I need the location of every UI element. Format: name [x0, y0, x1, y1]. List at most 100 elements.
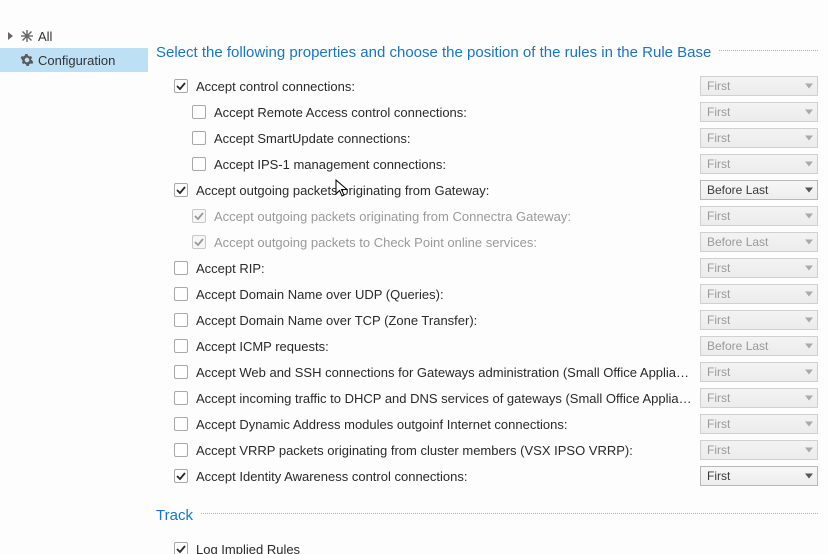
chevron-down-icon	[805, 214, 813, 219]
rule-row: Accept Domain Name over UDP (Queries): Fi…	[156, 281, 818, 307]
rule-label: Accept IPS-1 management connections:	[214, 157, 446, 172]
rule-left: Accept outgoing packets originating from…	[156, 209, 692, 224]
checkbox[interactable]	[174, 443, 188, 457]
rule-label: Accept Domain Name over UDP (Queries):	[196, 287, 444, 302]
rule-row: Accept VRRP packets originating from clu…	[156, 437, 818, 463]
position-dropdown[interactable]: Before Last	[700, 180, 818, 200]
position-dropdown: Before Last	[700, 232, 818, 252]
chevron-down-icon	[805, 370, 813, 375]
chevron-down-icon	[805, 188, 813, 193]
tree-item-label: Configuration	[38, 53, 115, 68]
position-dropdown: First	[700, 388, 818, 408]
rule-row: Accept ICMP requests: Before Last	[156, 333, 818, 359]
checkbox[interactable]	[174, 542, 188, 554]
checkbox[interactable]	[174, 183, 188, 197]
rule-left: Accept VRRP packets originating from clu…	[156, 443, 692, 458]
rule-label: Accept Dynamic Address modules outgoinf …	[196, 417, 567, 432]
position-dropdown: First	[700, 206, 818, 226]
chevron-right-icon	[6, 31, 16, 41]
dropdown-value: Before Last	[707, 183, 768, 197]
rule-row: Log Implied Rules	[156, 536, 818, 554]
checkbox[interactable]	[174, 417, 188, 431]
checkbox[interactable]	[174, 339, 188, 353]
chevron-down-icon	[805, 162, 813, 167]
dropdown-value: First	[707, 261, 730, 275]
rule-left: Accept Domain Name over TCP (Zone Transf…	[156, 313, 692, 328]
rule-row: Accept Remote Access control connections…	[156, 99, 818, 125]
tree-indent-spacer	[6, 55, 16, 65]
dropdown-value: First	[707, 443, 730, 457]
rule-row: Accept control connections: First	[156, 73, 818, 99]
chevron-down-icon	[805, 422, 813, 427]
tree-item-all[interactable]: All	[0, 24, 148, 48]
checkbox[interactable]	[192, 105, 206, 119]
rule-row: Accept outgoing packets to Check Point o…	[156, 229, 818, 255]
checkbox[interactable]	[192, 131, 206, 145]
chevron-down-icon	[805, 266, 813, 271]
checkbox	[192, 209, 206, 223]
rule-left: Accept Remote Access control connections…	[156, 105, 692, 120]
position-dropdown: First	[700, 284, 818, 304]
checkbox[interactable]	[174, 79, 188, 93]
rules-list: Accept control connections:FirstAccept R…	[156, 73, 818, 489]
rule-label: Accept outgoing packets to Check Point o…	[214, 235, 537, 250]
checkbox[interactable]	[174, 391, 188, 405]
rule-label: Accept incoming traffic to DHCP and DNS …	[196, 391, 692, 406]
dropdown-value: First	[707, 365, 730, 379]
checkbox[interactable]	[174, 261, 188, 275]
position-dropdown[interactable]: First	[700, 466, 818, 486]
rule-left: Accept Identity Awareness control connec…	[156, 469, 692, 484]
rule-left: Accept RIP:	[156, 261, 692, 276]
rule-left: Accept SmartUpdate connections:	[156, 131, 692, 146]
dropdown-value: First	[707, 157, 730, 171]
position-dropdown: Before Last	[700, 336, 818, 356]
rule-row: Accept IPS-1 management connections: Firs…	[156, 151, 818, 177]
sidebar: All Configuration	[0, 0, 148, 554]
gear-icon	[20, 53, 34, 67]
rule-label: Accept SmartUpdate connections:	[214, 131, 411, 146]
rule-left: Accept outgoing packets originating from…	[156, 183, 692, 198]
position-dropdown: First	[700, 362, 818, 382]
checkbox[interactable]	[174, 469, 188, 483]
dropdown-value: First	[707, 391, 730, 405]
rule-left: Accept outgoing packets to Check Point o…	[156, 235, 692, 250]
tree-item-configuration[interactable]: Configuration	[0, 48, 148, 72]
checkbox[interactable]	[192, 157, 206, 171]
section-divider	[201, 513, 818, 514]
rule-label: Accept control connections:	[196, 79, 355, 94]
chevron-down-icon	[805, 240, 813, 245]
rule-left: Accept incoming traffic to DHCP and DNS …	[156, 391, 692, 406]
rule-label: Accept Identity Awareness control connec…	[196, 469, 467, 484]
checkbox[interactable]	[174, 287, 188, 301]
chevron-down-icon	[805, 136, 813, 141]
dropdown-value: Before Last	[707, 339, 768, 353]
rule-row: Accept incoming traffic to DHCP and DNS …	[156, 385, 818, 411]
main-panel: Select the following properties and choo…	[148, 0, 828, 554]
checkbox[interactable]	[174, 365, 188, 379]
rule-row: Accept Identity Awareness control connec…	[156, 463, 818, 489]
app-root: All Configuration Select the following p…	[0, 0, 828, 554]
section-title-track: Track	[156, 507, 818, 524]
dropdown-value: First	[707, 209, 730, 223]
chevron-down-icon	[805, 292, 813, 297]
asterisk-icon	[20, 29, 34, 43]
checkbox[interactable]	[174, 313, 188, 327]
rule-row: Accept Dynamic Address modules outgoinf …	[156, 411, 818, 437]
chevron-down-icon	[805, 474, 813, 479]
rule-label: Accept Domain Name over TCP (Zone Transf…	[196, 313, 477, 328]
rule-left: Log Implied Rules	[156, 542, 818, 554]
dropdown-value: First	[707, 287, 730, 301]
rule-row: Accept SmartUpdate connections:First	[156, 125, 818, 151]
chevron-down-icon	[805, 110, 813, 115]
rule-label: Accept Web and SSH connections for Gatew…	[196, 365, 692, 380]
rule-label: Accept ICMP requests:	[196, 339, 329, 354]
rule-left: Accept Dynamic Address modules outgoinf …	[156, 417, 692, 432]
position-dropdown: First	[700, 258, 818, 278]
dropdown-value: Before Last	[707, 235, 768, 249]
rule-row: Accept RIP: First	[156, 255, 818, 281]
rule-row: Accept outgoing packets originating from…	[156, 177, 818, 203]
rule-label: Accept Remote Access control connections…	[214, 105, 467, 120]
rule-row: Accept Domain Name over TCP (Zone Transf…	[156, 307, 818, 333]
section-title-text: Track	[156, 507, 193, 524]
position-dropdown: First	[700, 76, 818, 96]
